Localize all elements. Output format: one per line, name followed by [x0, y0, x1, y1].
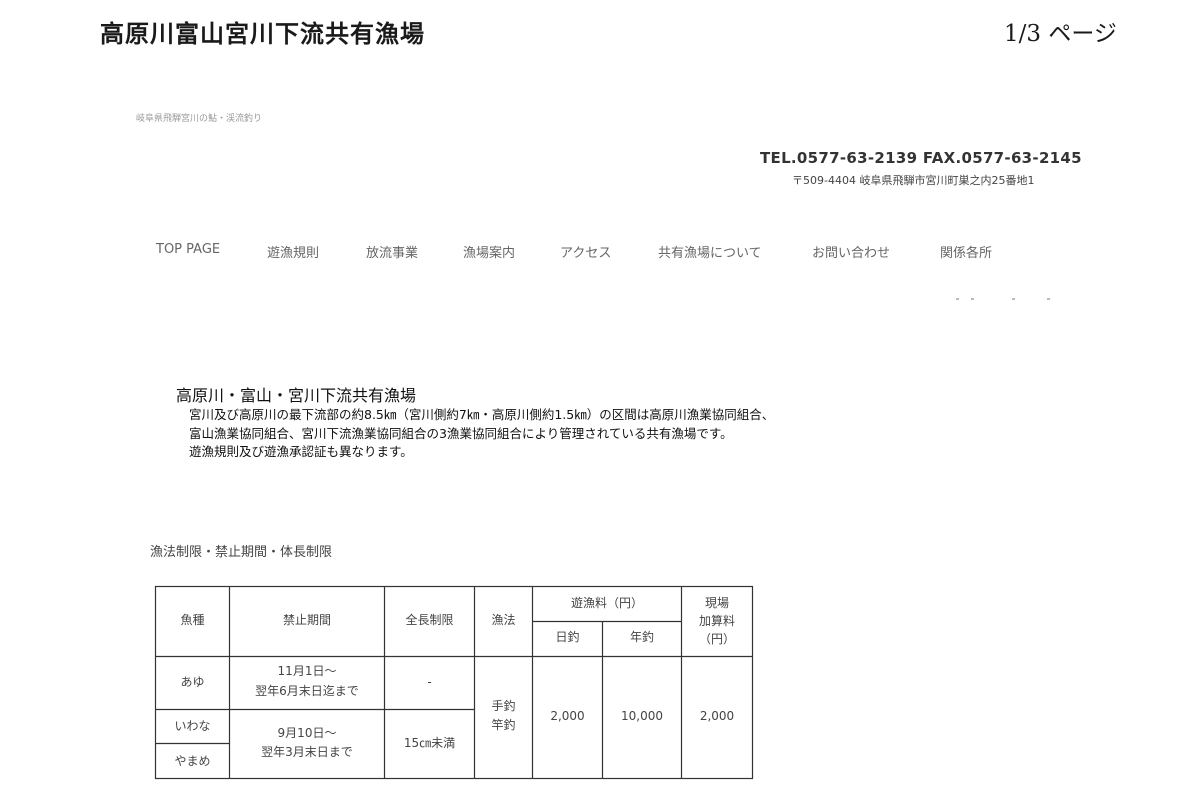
species-cell: いわな: [174, 719, 211, 733]
fee-year-cell: 10,000: [621, 709, 663, 723]
header-length-limit: 全長制限: [405, 613, 454, 627]
length-cell: 15㎝未満: [403, 736, 456, 750]
length-cell: -: [427, 675, 432, 689]
header-method: 漁法: [491, 613, 516, 627]
header-species: 魚種: [180, 613, 205, 627]
header-year-fee: 年釣: [629, 630, 654, 644]
species-cell: あゆ: [180, 675, 205, 689]
method-cell: 手釣: [491, 699, 516, 713]
header-onsite-fee: 現場: [704, 596, 729, 610]
period-cell: 翌年6月末日迄まで: [255, 684, 359, 698]
fee-onsite-cell: 2,000: [699, 709, 735, 723]
header-day-fee: 日釣: [555, 630, 580, 644]
header-fee: 遊漁料（円）: [570, 596, 643, 610]
period-cell: 11月1日～: [277, 664, 337, 678]
period-cell: 翌年3月末日まで: [261, 745, 353, 759]
period-cell: 9月10日～: [277, 726, 337, 740]
species-cell: やまめ: [174, 754, 211, 768]
method-cell: 竿釣: [491, 718, 516, 732]
header-onsite-fee: 加算料: [698, 614, 735, 628]
fee-day-cell: 2,000: [550, 709, 585, 723]
header-closed-period: 禁止期間: [282, 613, 331, 627]
header-onsite-fee: （円）: [698, 632, 735, 646]
